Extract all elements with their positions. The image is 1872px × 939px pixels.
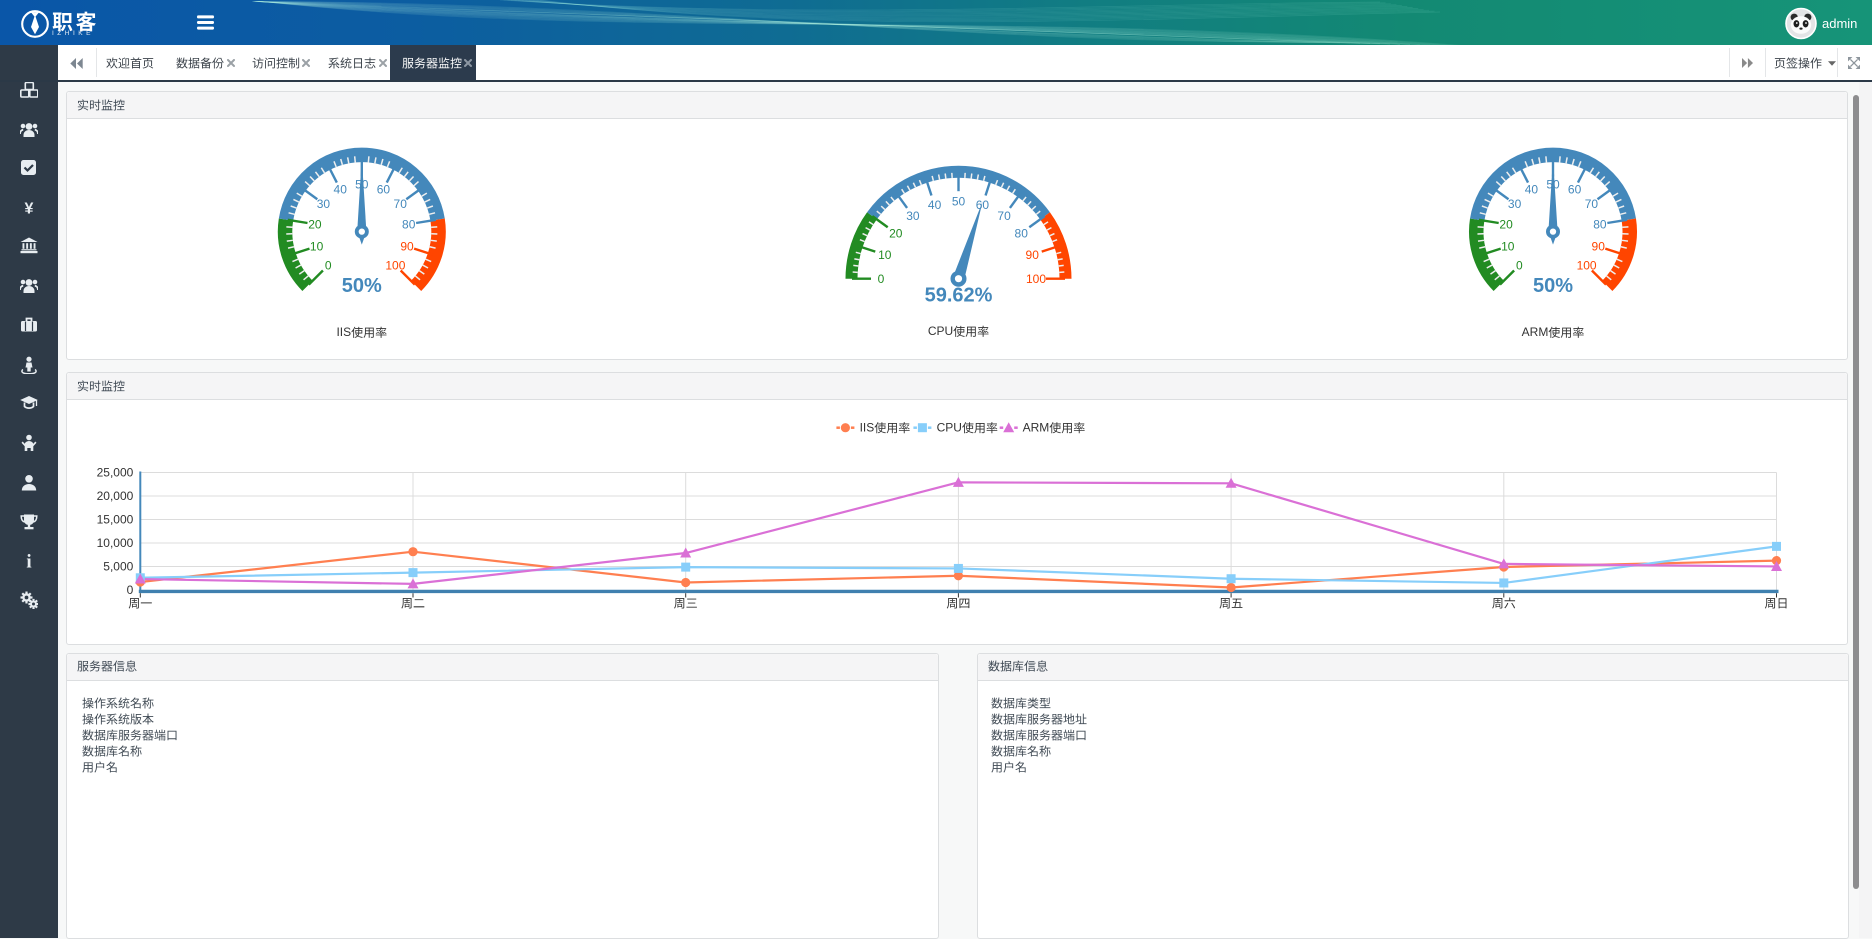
- svg-text:10: 10: [1501, 240, 1515, 254]
- svg-text:50%: 50%: [342, 275, 382, 297]
- svg-text:80: 80: [1593, 218, 1607, 232]
- svg-text:40: 40: [1525, 183, 1539, 197]
- svg-text:80: 80: [1015, 226, 1029, 240]
- svg-text:0: 0: [878, 272, 885, 286]
- svg-text:ARM: ARM: [1522, 325, 1549, 339]
- svg-text:40: 40: [928, 198, 942, 212]
- svg-text:100: 100: [1026, 272, 1046, 286]
- svg-text:20: 20: [1499, 218, 1513, 232]
- svg-text:70: 70: [1585, 197, 1599, 211]
- svg-text:60: 60: [377, 183, 391, 197]
- svg-text:70: 70: [997, 209, 1011, 223]
- svg-text:5,000: 5,000: [103, 560, 133, 574]
- svg-text:20,000: 20,000: [97, 489, 134, 503]
- svg-text:90: 90: [1592, 240, 1606, 254]
- svg-text:10: 10: [878, 248, 892, 262]
- svg-text:IIS: IIS: [860, 420, 875, 434]
- svg-text:60: 60: [1568, 183, 1582, 197]
- svg-text:100: 100: [385, 259, 405, 273]
- svg-text:100: 100: [1577, 259, 1597, 273]
- svg-text:60: 60: [976, 198, 990, 212]
- svg-text:0: 0: [1516, 259, 1523, 273]
- svg-text:70: 70: [394, 197, 408, 211]
- svg-text:ARM: ARM: [1023, 420, 1050, 434]
- svg-text:80: 80: [402, 218, 416, 232]
- svg-text:10,000: 10,000: [97, 536, 134, 550]
- svg-text:0: 0: [127, 583, 134, 597]
- svg-text:30: 30: [906, 209, 920, 223]
- svg-text:25,000: 25,000: [97, 466, 134, 480]
- svg-text:40: 40: [334, 183, 348, 197]
- svg-text:50: 50: [952, 195, 966, 209]
- svg-text:90: 90: [400, 240, 414, 254]
- svg-text:¥: ¥: [25, 200, 34, 217]
- svg-text:30: 30: [1508, 197, 1522, 211]
- svg-text:CPU: CPU: [937, 420, 962, 434]
- svg-text:IIS: IIS: [336, 325, 351, 339]
- svg-text:50%: 50%: [1533, 275, 1573, 297]
- svg-text:i: i: [26, 552, 31, 570]
- svg-text:30: 30: [317, 197, 331, 211]
- svg-text:10: 10: [310, 240, 324, 254]
- svg-text:90: 90: [1026, 248, 1040, 262]
- svg-text:15,000: 15,000: [97, 513, 134, 527]
- svg-text:59.62%: 59.62%: [925, 285, 993, 307]
- svg-text:20: 20: [889, 226, 903, 240]
- svg-text:20: 20: [308, 218, 322, 232]
- svg-text:0: 0: [325, 259, 332, 273]
- svg-text:CPU: CPU: [928, 324, 953, 338]
